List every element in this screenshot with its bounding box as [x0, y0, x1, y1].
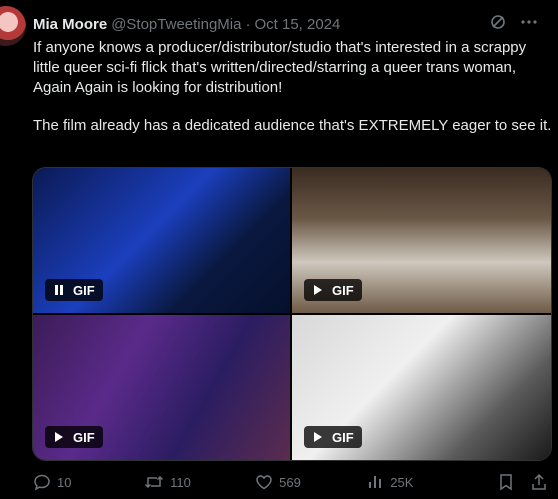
gif-label: GIF	[332, 282, 354, 298]
views-icon	[366, 473, 384, 491]
views-count: 25K	[390, 474, 414, 490]
reply-count: 10	[57, 474, 72, 490]
author-name[interactable]: Mia Moore	[33, 16, 107, 33]
gif-tile[interactable]: GIF	[292, 168, 551, 313]
gif-tile[interactable]: GIF	[292, 315, 551, 460]
tweet-paragraph: If anyone knows a producer/distributor/s…	[33, 39, 531, 96]
gif-badge[interactable]: GIF	[304, 426, 362, 448]
gif-label: GIF	[73, 282, 95, 298]
repost-button[interactable]: 110	[144, 473, 255, 491]
tweet-paragraph: The film already has a dedicated audienc…	[33, 117, 552, 134]
gif-label: GIF	[73, 429, 95, 445]
tweet-header: Mia Moore @StopTweetingMia · Oct 15, 202…	[33, 14, 538, 34]
action-bar: 10 110 569 25K	[33, 472, 548, 492]
gif-badge[interactable]: GIF	[45, 426, 103, 448]
separator-dot: ·	[245, 15, 251, 33]
grok-icon[interactable]	[490, 14, 506, 30]
media-grid: GIF GIF GIF GIF	[32, 167, 552, 461]
views-button[interactable]: 25K	[366, 473, 498, 491]
tweet-date[interactable]: Oct 15, 2024	[254, 16, 340, 33]
play-icon[interactable]	[312, 284, 324, 296]
heart-icon	[255, 473, 273, 491]
bookmark-button[interactable]	[498, 473, 530, 491]
repost-count: 110	[170, 474, 191, 490]
share-icon	[530, 473, 548, 491]
like-count: 569	[279, 474, 301, 490]
more-options-icon[interactable]	[520, 14, 538, 30]
bookmark-icon	[498, 473, 514, 491]
repost-icon	[144, 473, 164, 491]
gif-tile[interactable]: GIF	[33, 168, 290, 313]
gif-tile[interactable]: GIF	[33, 315, 290, 460]
reply-icon	[33, 473, 51, 491]
pause-icon[interactable]	[53, 284, 65, 296]
tweet-text: If anyone knows a producer/distributor/s…	[33, 38, 553, 136]
play-icon[interactable]	[312, 431, 324, 443]
gif-badge[interactable]: GIF	[45, 279, 103, 301]
play-icon[interactable]	[53, 431, 65, 443]
like-button[interactable]: 569	[255, 473, 366, 491]
avatar[interactable]	[0, 6, 26, 46]
share-button[interactable]	[530, 473, 548, 491]
gif-badge[interactable]: GIF	[304, 279, 362, 301]
reply-button[interactable]: 10	[33, 473, 144, 491]
author-handle[interactable]: @StopTweetingMia	[111, 16, 241, 33]
gif-label: GIF	[332, 429, 354, 445]
